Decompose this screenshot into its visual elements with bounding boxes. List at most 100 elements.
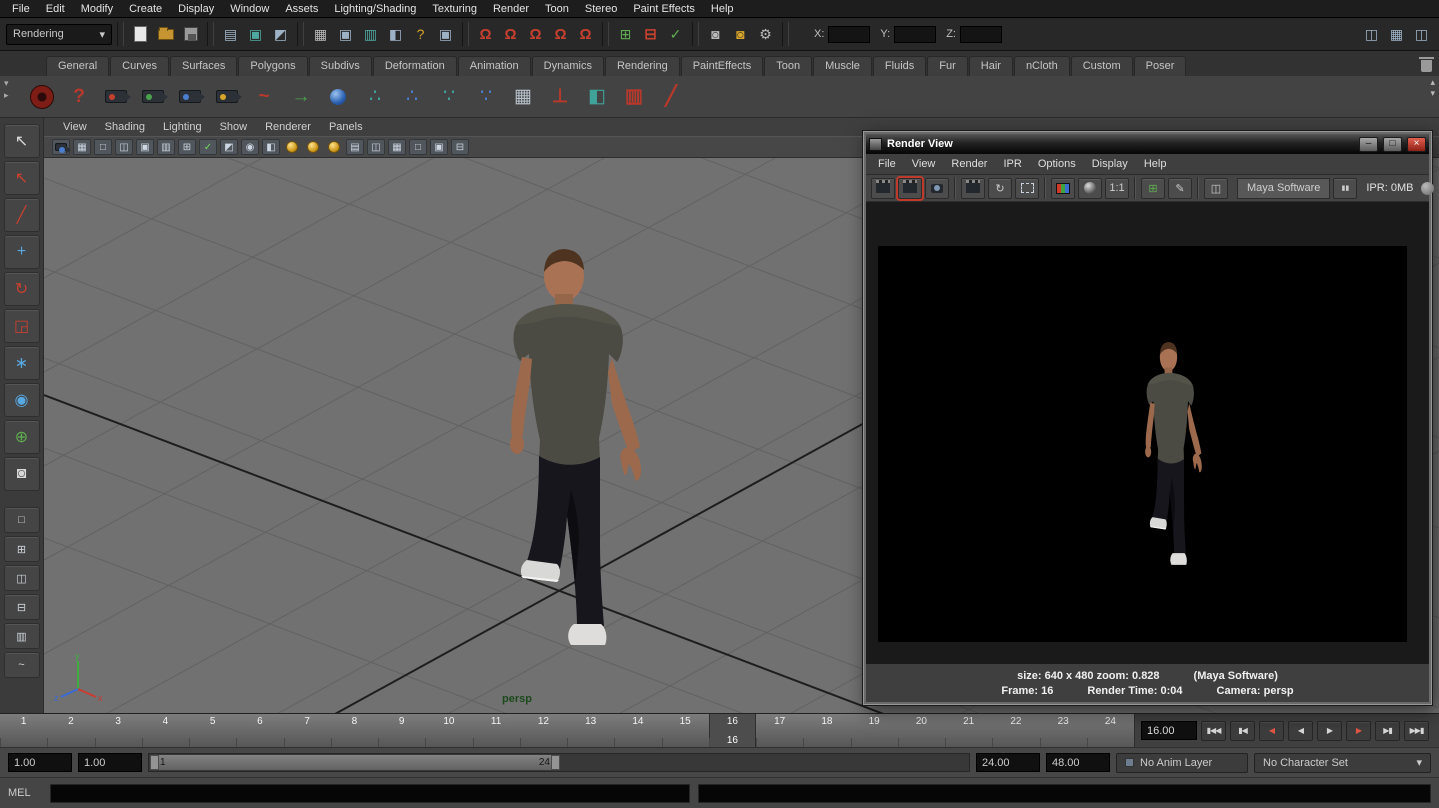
save-scene-icon[interactable]	[179, 23, 202, 46]
render-view-titlebar[interactable]: Render View – □ ×	[866, 134, 1429, 154]
z-input[interactable]	[960, 26, 1002, 43]
highlight-selection-icon[interactable]: ▣	[434, 23, 457, 46]
play-backwards-button[interactable]: ◀	[1288, 721, 1313, 741]
menu-item[interactable]: Display	[170, 2, 222, 16]
panel-menu-item[interactable]: Show	[211, 121, 257, 133]
render-view-menu-item[interactable]: Options	[1030, 158, 1084, 170]
command-input[interactable]	[50, 784, 690, 803]
pause-ipr-icon[interactable]: ▮▮	[1333, 178, 1357, 199]
menu-item[interactable]: Render	[485, 2, 537, 16]
object-mode-icon[interactable]: ▣	[244, 23, 267, 46]
shelf-tab[interactable]: Fur	[927, 56, 968, 76]
render-settings-icon[interactable]: ⊞	[1141, 178, 1165, 199]
script-language-toggle[interactable]: MEL	[8, 787, 42, 799]
y-input[interactable]	[894, 26, 936, 43]
camera-attributes-icon[interactable]: ▣	[430, 139, 448, 155]
shelf-tab[interactable]: Fluids	[873, 56, 926, 76]
snap-plane-icon[interactable]: Ω	[549, 23, 572, 46]
layout-persp-outliner-button[interactable]: ◫	[4, 565, 40, 591]
shelf-render-reel-icon[interactable]	[26, 81, 58, 113]
snapshot-icon[interactable]	[925, 178, 949, 199]
step-back-key-button[interactable]: ◀	[1259, 721, 1284, 741]
bookmark-icon[interactable]: ⊟	[451, 139, 469, 155]
step-forward-key-button[interactable]: ▶	[1346, 721, 1371, 741]
shelf-paintfx-swoosh-icon[interactable]: ~	[248, 81, 280, 113]
select-points-mask-icon[interactable]: ▣	[334, 23, 357, 46]
go-to-start-button[interactable]: ▮◀◀	[1201, 721, 1226, 741]
layout-persp-graph-button[interactable]: ⊟	[4, 594, 40, 620]
menu-item[interactable]: Modify	[73, 2, 121, 16]
shelf-tab[interactable]: Animation	[458, 56, 531, 76]
select-all-mask-icon[interactable]: ▦	[309, 23, 332, 46]
make-live-icon[interactable]: Ω	[574, 23, 597, 46]
render-view-menu-item[interactable]: View	[904, 158, 944, 170]
menu-item[interactable]: File	[4, 2, 38, 16]
render-layers-icon[interactable]: ◫	[1204, 178, 1228, 199]
wireframe-icon[interactable]: ◩	[220, 139, 238, 155]
soft-mod-tool-button[interactable]: ◉	[4, 383, 40, 417]
ipr-render-icon[interactable]	[961, 178, 985, 199]
timeline-strip[interactable]: 16 1234567891011121314151617181920212223…	[0, 714, 1135, 747]
lighting-default-icon[interactable]	[325, 139, 343, 155]
shelf-tab[interactable]: Hair	[969, 56, 1013, 76]
panel-menu-item[interactable]: Panels	[320, 121, 372, 133]
render-view-menu-item[interactable]: Help	[1136, 158, 1175, 170]
universal-manipulator-button[interactable]: ∗	[4, 346, 40, 380]
region-render-icon[interactable]	[1015, 178, 1039, 199]
textured-icon[interactable]: ◧	[262, 139, 280, 155]
shelf-tab[interactable]: Muscle	[813, 56, 872, 76]
select-camera-icon[interactable]	[52, 139, 70, 155]
paint-select-tool-button[interactable]: ╱	[4, 198, 40, 232]
statusline-divider[interactable]	[117, 22, 124, 46]
playback-start-field[interactable]	[78, 753, 142, 772]
shelf-tab[interactable]: Toon	[764, 56, 812, 76]
component-mode-icon[interactable]: ◩	[269, 23, 292, 46]
construction-history-icon[interactable]: ✓	[664, 23, 687, 46]
menu-item[interactable]: Lighting/Shading	[326, 2, 424, 16]
menu-item[interactable]: Help	[703, 2, 742, 16]
menu-item[interactable]: Texturing	[424, 2, 485, 16]
chevron-down-icon[interactable]: ▾	[4, 79, 9, 87]
scroll-down-icon[interactable]: ▾	[1430, 89, 1435, 98]
snap-curve-icon[interactable]: Ω	[499, 23, 522, 46]
shelf-tab[interactable]: Custom	[1071, 56, 1133, 76]
shelf-tab[interactable]: PaintEffects	[681, 56, 764, 76]
shelf-tab[interactable]: Deformation	[373, 56, 457, 76]
rgb-channels-icon[interactable]	[1051, 178, 1075, 199]
shelf-hypergraph-icon[interactable]: ▦	[507, 81, 539, 113]
layout-single-pane-button[interactable]: □	[4, 507, 40, 533]
shelf-arrow-tool-icon[interactable]: →	[285, 81, 317, 113]
character-set-dropdown[interactable]: No Character Set ▾	[1254, 753, 1431, 773]
open-scene-icon[interactable]	[154, 23, 177, 46]
renderer-selector[interactable]: Maya Software	[1237, 178, 1330, 199]
new-scene-icon[interactable]	[129, 23, 152, 46]
show-sidebar-icon[interactable]: ◫	[1360, 23, 1383, 46]
shelf-measure-icon[interactable]: ⊥	[544, 81, 576, 113]
minimize-button[interactable]: –	[1359, 137, 1378, 152]
rendered-image[interactable]	[878, 246, 1407, 642]
animation-start-field[interactable]	[8, 753, 72, 772]
panel-menu-item[interactable]: View	[54, 121, 96, 133]
xray-icon[interactable]: ◫	[367, 139, 385, 155]
menu-item[interactable]: Create	[121, 2, 170, 16]
shelf-tab[interactable]: nCloth	[1014, 56, 1070, 76]
move-tool-button[interactable]: +	[4, 235, 40, 269]
safe-title-icon[interactable]: ✓	[199, 139, 217, 155]
shelf-tab[interactable]: Surfaces	[170, 56, 237, 76]
menu-item[interactable]: Toon	[537, 2, 577, 16]
redo-previous-render-icon[interactable]	[898, 178, 922, 199]
edit-settings-icon[interactable]: ✎	[1168, 178, 1192, 199]
layout-paint-button[interactable]: ~	[4, 652, 40, 678]
isolate-select-icon[interactable]: ▦	[388, 139, 406, 155]
alpha-channel-icon[interactable]	[1078, 178, 1102, 199]
shelf-camera-red-icon[interactable]	[100, 81, 132, 113]
shelf-node-tree-icon[interactable]: ∴	[359, 81, 391, 113]
smooth-shade-icon[interactable]: ◉	[241, 139, 259, 155]
select-surfaces-mask-icon[interactable]: ◧	[384, 23, 407, 46]
lasso-tool-button[interactable]: ↖	[4, 161, 40, 195]
lighting-all-icon[interactable]	[283, 139, 301, 155]
shelf-tab[interactable]: Rendering	[605, 56, 680, 76]
render-view-menu-item[interactable]: File	[870, 158, 904, 170]
go-to-end-button[interactable]: ▶▶▮	[1404, 721, 1429, 741]
animation-end-field[interactable]	[1046, 753, 1110, 772]
